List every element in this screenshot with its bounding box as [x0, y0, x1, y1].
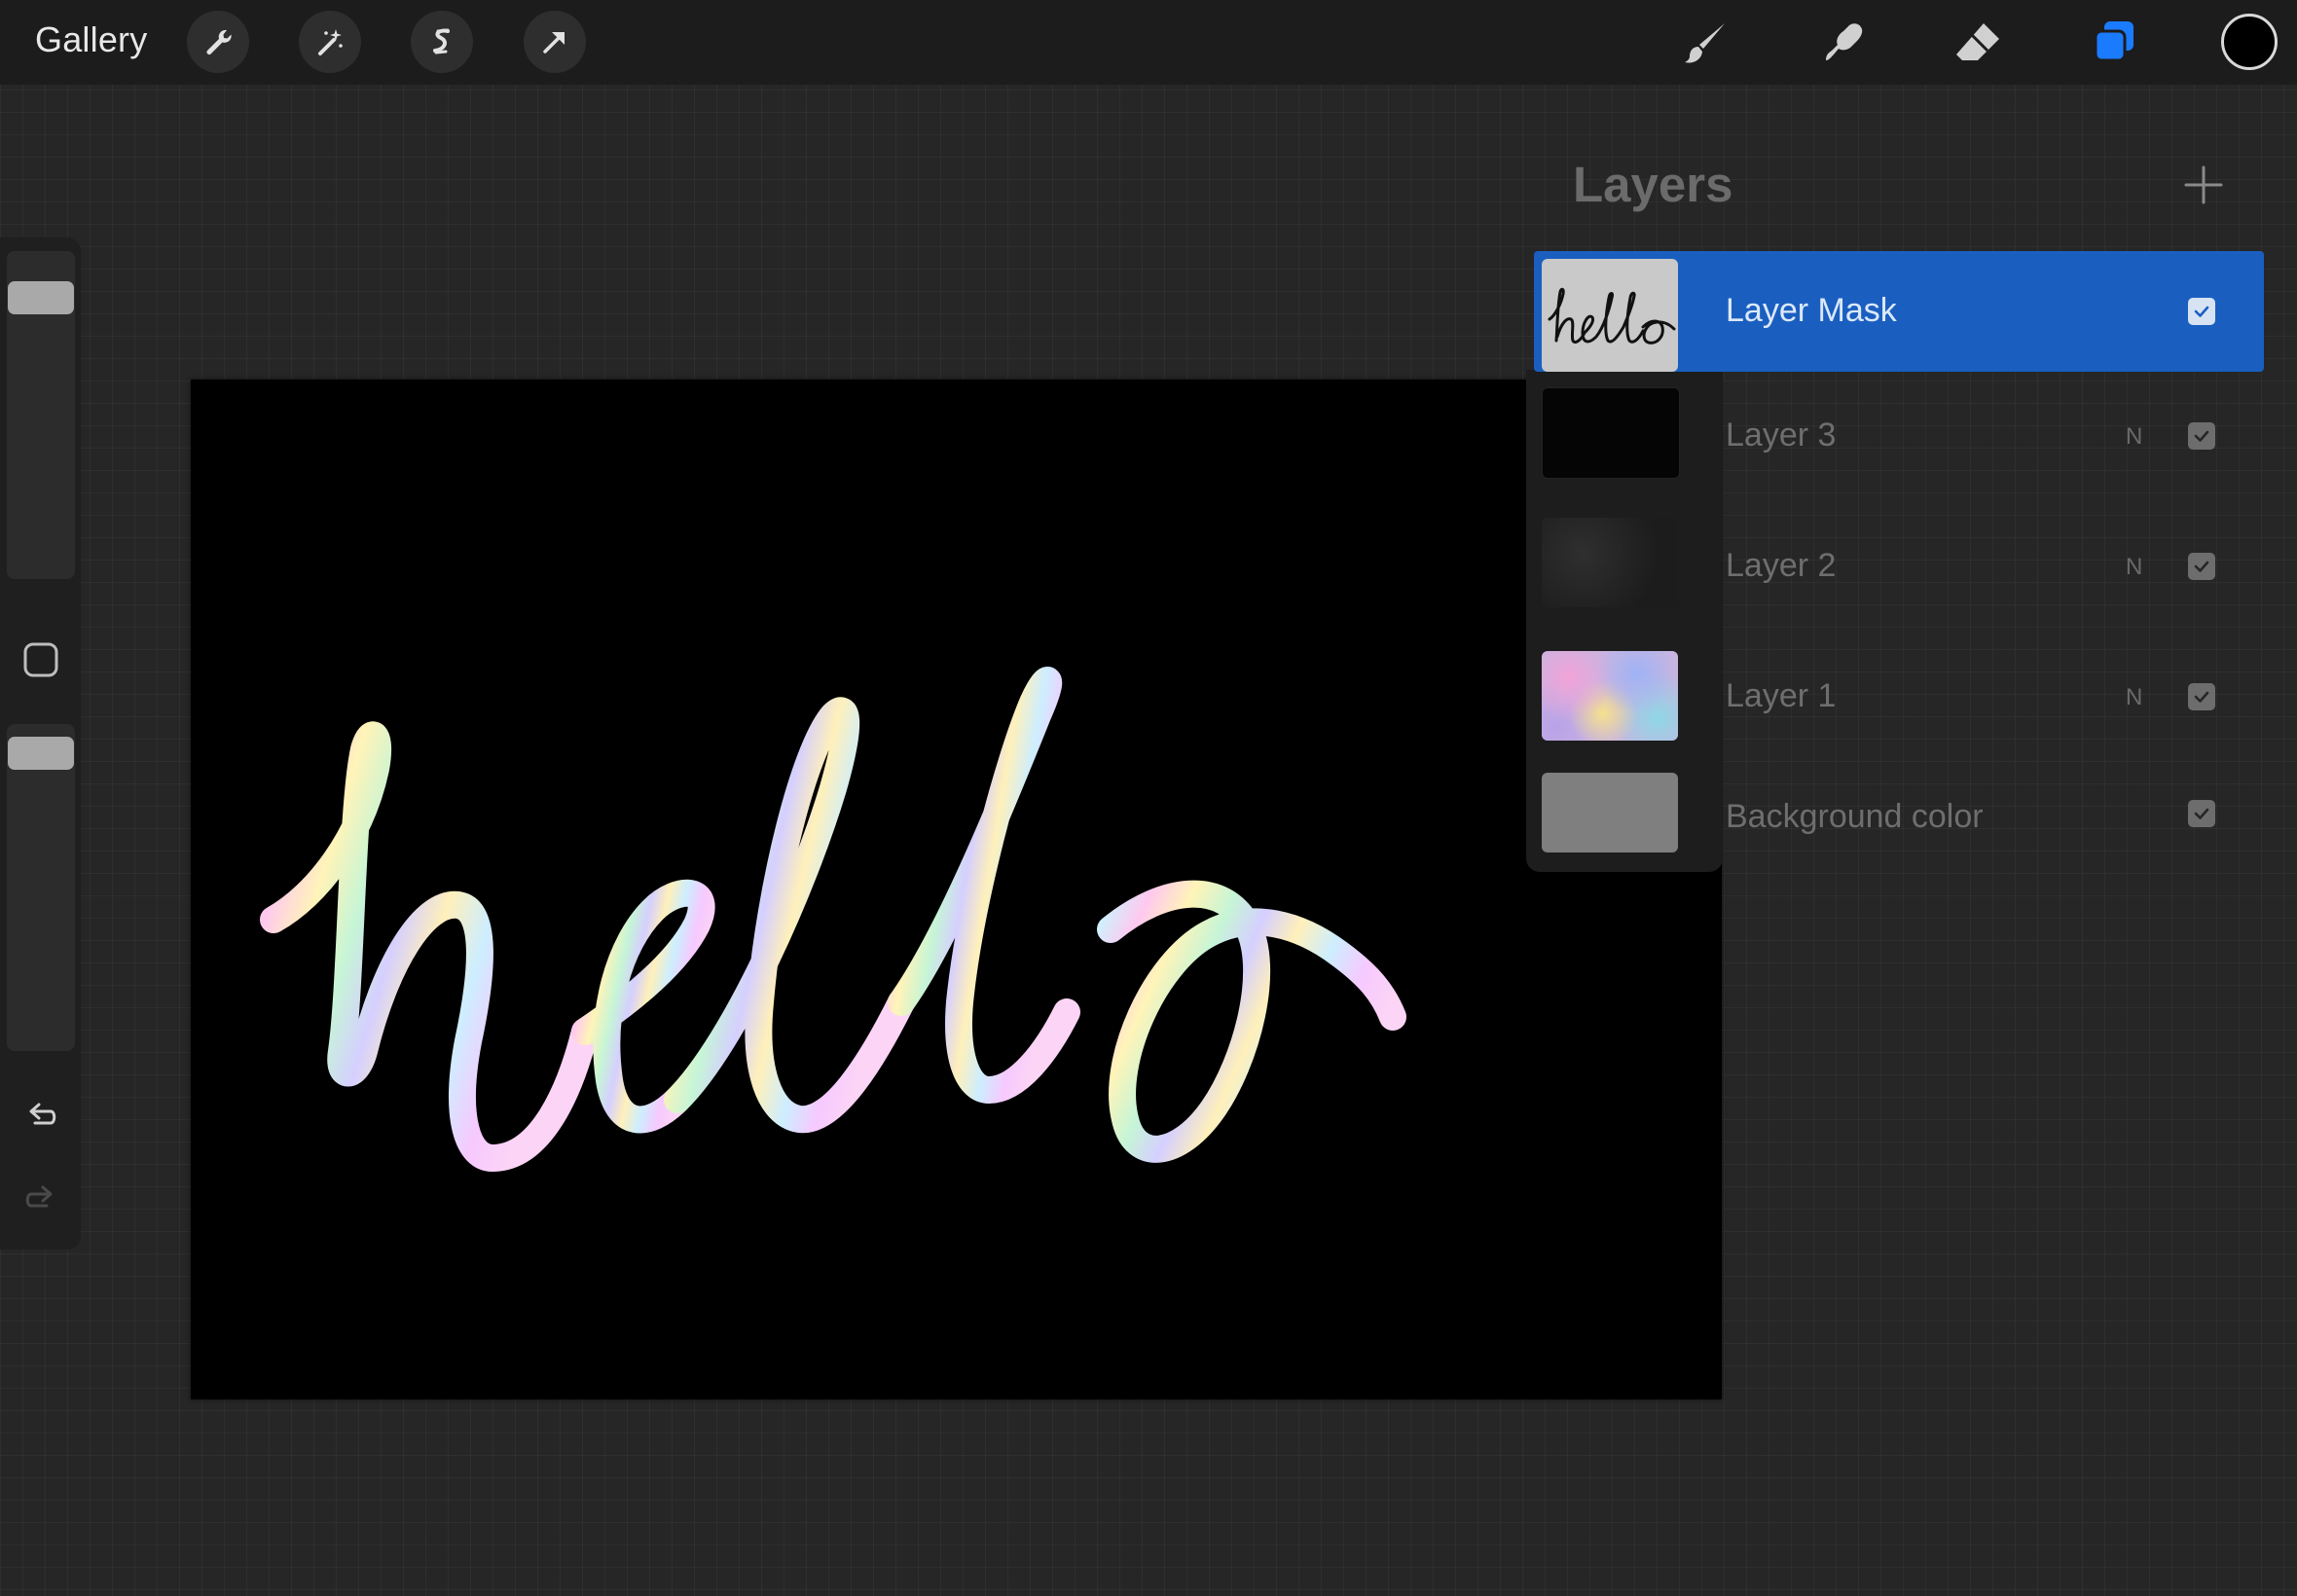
- smudge-icon[interactable]: [1810, 12, 1873, 74]
- color-picker-button[interactable]: [2221, 14, 2278, 70]
- brush-size-slider[interactable]: [7, 251, 75, 579]
- layer-mask-thumbnail: [1542, 259, 1678, 372]
- magic-wand-icon[interactable]: [299, 11, 361, 73]
- drawing-canvas[interactable]: [191, 380, 1722, 1399]
- layer-visibility-checkbox[interactable]: [2188, 553, 2215, 580]
- brush-icon[interactable]: [1674, 12, 1736, 74]
- gallery-button[interactable]: Gallery: [35, 19, 147, 60]
- brush-size-thumb[interactable]: [8, 280, 74, 314]
- blend-mode-indicator[interactable]: N: [2126, 554, 2142, 581]
- layer-2-thumbnail: [1542, 518, 1678, 607]
- layer-row-layer-2[interactable]: Layer 2 N: [1534, 508, 2264, 621]
- layers-panel-title: Layers: [1573, 157, 1733, 212]
- opacity-thumb[interactable]: [8, 736, 74, 770]
- layer-name: Layer Mask: [1726, 292, 1897, 329]
- eraser-icon[interactable]: [1947, 12, 2009, 74]
- layers-icon[interactable]: [2083, 12, 2145, 74]
- top-toolbar: Gallery: [0, 0, 2297, 85]
- layer-row-layer-3[interactable]: Layer 3 N: [1534, 380, 2264, 492]
- layer-name: Layer 1: [1726, 677, 1837, 714]
- transform-arrow-icon[interactable]: [524, 11, 586, 73]
- undo-icon[interactable]: [14, 1089, 68, 1143]
- procreate-workspace: Gallery Layers Layer Mask Layer 3 N Laye…: [0, 0, 2297, 1596]
- layer-name: Layer 3: [1726, 417, 1837, 453]
- wrench-icon[interactable]: [187, 11, 249, 73]
- layer-visibility-checkbox[interactable]: [2188, 298, 2215, 325]
- layer-visibility-checkbox[interactable]: [2188, 683, 2215, 710]
- hello-lettering: [260, 667, 1406, 1172]
- opacity-slider[interactable]: [7, 724, 75, 1051]
- background-color-thumbnail: [1542, 773, 1678, 852]
- plus-icon[interactable]: [2180, 162, 2227, 208]
- blend-mode-indicator[interactable]: N: [2126, 684, 2142, 711]
- layer-name: Layer 2: [1726, 547, 1837, 584]
- layer-visibility-checkbox[interactable]: [2188, 800, 2215, 827]
- left-sidebar: [0, 237, 81, 1250]
- layer-row-layer-1[interactable]: Layer 1 N: [1534, 642, 2264, 755]
- modify-square-icon[interactable]: [14, 633, 68, 687]
- blend-mode-indicator[interactable]: N: [2126, 423, 2142, 451]
- layer-row-layer-mask[interactable]: Layer Mask: [1534, 251, 2264, 372]
- redo-icon[interactable]: [14, 1172, 68, 1226]
- layer-row-background-color[interactable]: Background color: [1534, 765, 2264, 866]
- selection-icon[interactable]: [411, 11, 473, 73]
- layer-visibility-checkbox[interactable]: [2188, 422, 2215, 450]
- layer-name: Background color: [1726, 798, 1984, 835]
- layer-3-thumbnail: [1542, 387, 1680, 479]
- layer-1-thumbnail: [1542, 651, 1678, 741]
